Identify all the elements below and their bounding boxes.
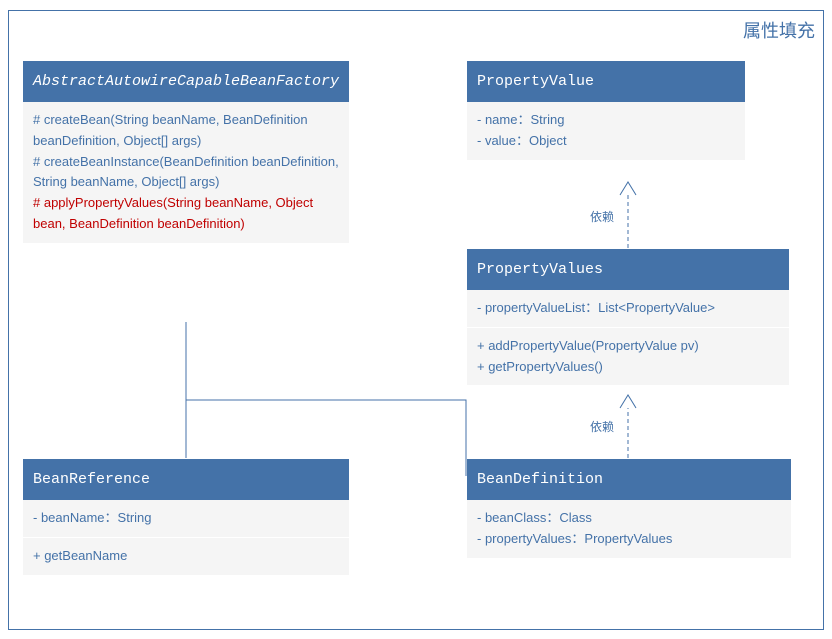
- method-item-highlight: # applyPropertyValues(String beanName, O…: [33, 193, 339, 235]
- class-methods: + getBeanName: [23, 537, 349, 575]
- class-attributes: - beanClass：Class - propertyValues：Prope…: [467, 500, 791, 558]
- class-abstract-autowire-capable-bean-factory: AbstractAutowireCapableBeanFactory # cre…: [22, 60, 350, 244]
- class-body: - beanClass：Class - propertyValues：Prope…: [467, 500, 791, 558]
- class-header: AbstractAutowireCapableBeanFactory: [23, 61, 349, 102]
- method-item: + addPropertyValue(PropertyValue pv): [477, 336, 779, 357]
- method-item: + getPropertyValues(): [477, 357, 779, 378]
- class-header: BeanReference: [23, 459, 349, 500]
- diagram-title: 属性填充: [743, 17, 815, 43]
- dependency-label: 依赖: [590, 418, 614, 435]
- method-item: # createBeanInstance(BeanDefinition bean…: [33, 152, 339, 194]
- method-item: # createBean(String beanName, BeanDefini…: [33, 110, 339, 152]
- attribute-item: - beanClass：Class: [477, 508, 781, 529]
- class-attributes: - beanName：String: [23, 500, 349, 537]
- attribute-item: - propertyValueList：List<PropertyValue>: [477, 298, 779, 319]
- class-property-value: PropertyValue - name：String - value：Obje…: [466, 60, 746, 161]
- class-attributes: - name：String - value：Object: [467, 102, 745, 160]
- class-methods: + addPropertyValue(PropertyValue pv) + g…: [467, 327, 789, 386]
- class-header: PropertyValues: [467, 249, 789, 290]
- attribute-item: - propertyValues：PropertyValues: [477, 529, 781, 550]
- class-bean-reference: BeanReference - beanName：String + getBea…: [22, 458, 350, 576]
- class-attributes: - propertyValueList：List<PropertyValue>: [467, 290, 789, 327]
- attribute-item: - name：String: [477, 110, 735, 131]
- attribute-item: - beanName：String: [33, 508, 339, 529]
- class-methods: # createBean(String beanName, BeanDefini…: [23, 102, 349, 243]
- class-header: PropertyValue: [467, 61, 745, 102]
- class-header: BeanDefinition: [467, 459, 791, 500]
- attribute-item: - value：Object: [477, 131, 735, 152]
- class-bean-definition: BeanDefinition - beanClass：Class - prope…: [466, 458, 792, 559]
- class-body: # createBean(String beanName, BeanDefini…: [23, 102, 349, 243]
- class-body: - propertyValueList：List<PropertyValue> …: [467, 290, 789, 385]
- class-body: - name：String - value：Object: [467, 102, 745, 160]
- class-body: - beanName：String + getBeanName: [23, 500, 349, 575]
- dependency-label: 依赖: [590, 208, 614, 225]
- method-item: + getBeanName: [33, 546, 339, 567]
- class-property-values: PropertyValues - propertyValueList：List<…: [466, 248, 790, 386]
